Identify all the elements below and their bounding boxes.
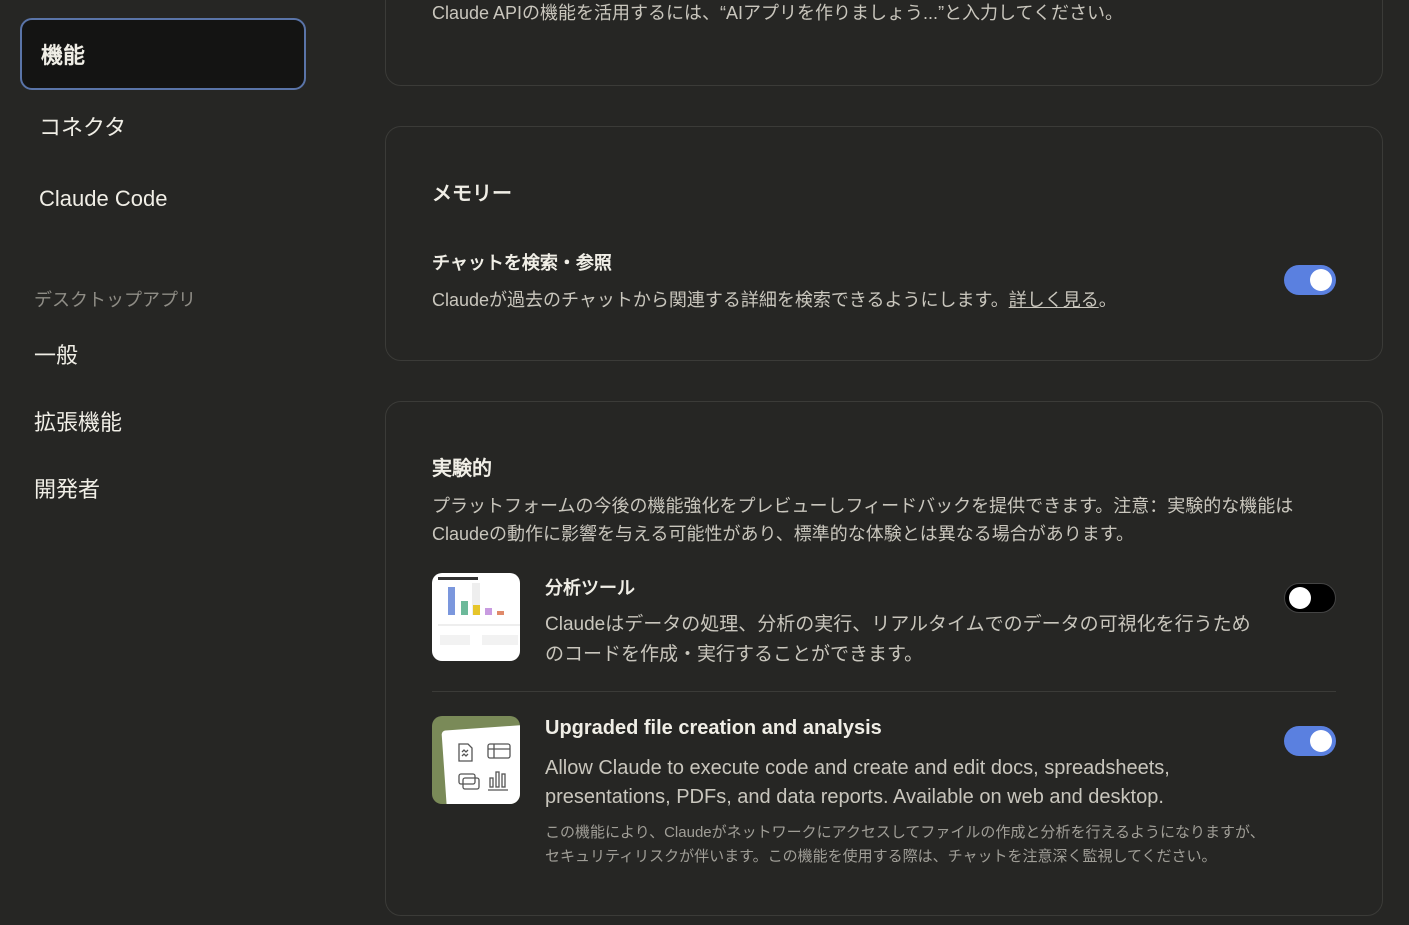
file-types-icon <box>441 725 520 804</box>
desktop-app-section-label: デスクトップアプリ <box>34 290 196 310</box>
nav-item-general[interactable]: 一般 <box>34 338 78 370</box>
file-creation-title: Upgraded file creation and analysis <box>545 717 882 739</box>
toggle-knob <box>1289 587 1311 609</box>
nav-label: コネクタ <box>39 115 127 140</box>
analysis-tool-desc: Claudeはデータの処理、分析の実行、リアルタイムでのデータの可視化を行うため… <box>545 614 1251 665</box>
toggle-knob <box>1310 269 1332 291</box>
file-creation-toggle[interactable] <box>1284 726 1336 756</box>
toggle-knob <box>1310 730 1332 752</box>
search-chats-desc: Claudeが過去のチャットから関連する詳細を検索できるようにします。詳しく見る… <box>432 286 1117 314</box>
analysis-tool-title: 分析ツール <box>545 578 635 598</box>
experimental-card: 実験的 プラットフォームの今後の機能強化をプレビューしフィードバックを提供できま… <box>385 401 1383 916</box>
api-card: Claude APIの機能を活用するには、“AIアプリを作りましょう...”と入… <box>385 0 1383 86</box>
settings-sidebar: 機能 コネクタ Claude Code デスクトップアプリ 一般 拡張機能 開発… <box>0 0 330 925</box>
nav-label: Claude Code <box>39 186 168 211</box>
file-creation-thumbnail <box>432 716 520 804</box>
file-creation-desc: Allow Claude to execute code and create … <box>545 757 1170 808</box>
search-chats-toggle[interactable] <box>1284 265 1336 295</box>
chart-preview-icon <box>438 577 520 645</box>
experimental-desc: プラットフォームの今後の機能強化をプレビューしフィードバックを提供できます。注意… <box>432 496 1294 544</box>
nav-item-features[interactable]: 機能 <box>20 18 306 90</box>
api-hint: Claude APIの機能を活用するには、“AIアプリを作りましょう...”と入… <box>432 3 1123 23</box>
nav-label: 機能 <box>41 43 86 68</box>
nav-item-connectors[interactable]: コネクタ <box>20 90 306 162</box>
memory-title: メモリー <box>432 183 512 205</box>
desc-end: 。 <box>1098 290 1117 310</box>
nav-item-claude-code[interactable]: Claude Code <box>20 163 306 235</box>
analysis-tool-thumbnail <box>432 573 520 661</box>
file-creation-note: この機能により、Claudeがネットワークにアクセスしてファイルの作成と分析を行… <box>545 824 1265 865</box>
experimental-title: 実験的 <box>432 458 492 480</box>
divider <box>432 691 1336 692</box>
desc-text: Claudeが過去のチャットから関連する詳細を検索できるようにします。 <box>432 290 1009 310</box>
nav-item-developer[interactable]: 開発者 <box>34 472 100 504</box>
learn-more-link[interactable]: 詳しく見る <box>1009 290 1099 310</box>
nav-item-extensions[interactable]: 拡張機能 <box>34 405 122 437</box>
memory-card: メモリー チャットを検索・参照 Claudeが過去のチャットから関連する詳細を検… <box>385 126 1383 361</box>
analysis-tool-toggle[interactable] <box>1284 583 1336 613</box>
search-chats-title: チャットを検索・参照 <box>432 253 612 273</box>
